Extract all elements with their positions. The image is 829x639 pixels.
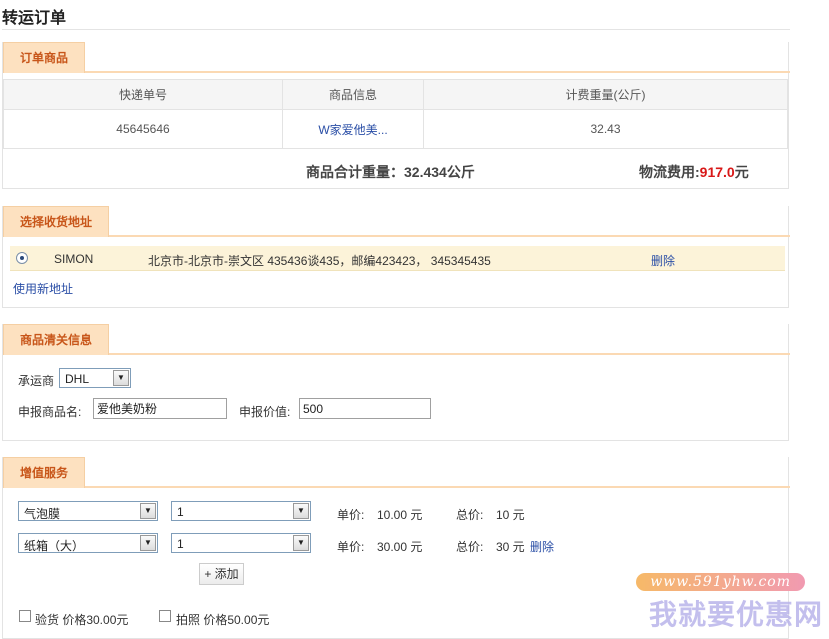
chevron-down-icon: ▼ [293,535,309,551]
chevron-down-icon: ▼ [140,535,156,551]
goods-table: 快递单号 商品信息 计费重量(公斤) 45645646 W家爱他美... 32.… [3,79,788,149]
chevron-down-icon: ▼ [293,503,309,519]
photo-label: 拍照 价格50.00元 [176,613,270,627]
carrier-select[interactable]: DHL ▼ [59,368,131,388]
title-divider [2,29,790,30]
watermark-logo: www.591yhw.com 我就要优惠网 [623,573,823,635]
declared-value-input[interactable] [299,398,431,419]
inspection-label: 验货 价格30.00元 [35,613,129,627]
service-delete-link[interactable]: 删除 [530,538,554,555]
address-tab: 选择收货地址 [3,206,110,237]
carrier-value: DHL [65,372,90,386]
value-added-tab: 增值服务 [3,457,86,488]
unit-price-label: 单价: [337,508,365,522]
add-service-button[interactable]: + 添加 [199,563,244,585]
goods-info-cell: W家爱他美... [282,109,424,149]
address-text: 北京市-北京市-崇文区 435436谈435，邮编423423， 3453454… [148,254,491,268]
total-weight-value: 32.434公斤 [404,164,475,180]
address-radio[interactable] [16,252,28,264]
weight-cell: 32.43 [423,109,788,149]
fee-unit: 元 [734,164,749,180]
chevron-down-icon: ▼ [140,503,156,519]
address-row[interactable]: SIMON 北京市-北京市-崇文区 435436谈435，邮编423423， 3… [10,246,785,271]
section-header: 增值服务 [3,457,790,488]
total-price-label: 总价: [456,540,484,554]
total-price-value: 30 元 [496,540,525,554]
service-qty-select[interactable]: 1 ▼ [171,501,311,521]
address-name: SIMON [54,252,94,266]
total-weight: 商品合计重量：32.434公斤 [306,162,475,182]
service-item-select[interactable]: 气泡膜 ▼ [18,501,158,521]
total-price-label: 总价: [456,508,484,522]
goods-name-input[interactable] [93,398,227,419]
order-goods-section: 订单商品 快递单号 商品信息 计费重量(公斤) 45645646 W家爱他美..… [2,42,790,190]
chevron-down-icon: ▼ [113,370,129,386]
logistics-fee: 物流费用:917.0元 [639,162,749,182]
section-header: 订单商品 [3,42,790,73]
table-row: 45645646 W家爱他美... 32.43 [3,109,788,149]
service-item-select[interactable]: 纸箱（大） ▼ [18,533,158,553]
total-weight-label: 商品合计重量： [306,164,404,180]
fee-label: 物流费用: [639,164,700,180]
watermark-name: 我就要优惠网 [648,598,823,631]
unit-price-label: 单价: [337,540,365,554]
service-qty-value: 1 [177,505,184,519]
page-title: 转运订单 [2,10,67,27]
fee-value: 917.0 [699,164,735,180]
photo-checkbox[interactable] [159,610,171,622]
address-section: 选择收货地址 SIMON 北京市-北京市-崇文区 435436谈435，邮编42… [2,206,790,308]
goods-info-link[interactable]: W家爱他美... [318,123,387,137]
carrier-label: 承运商 [18,374,55,388]
col-tracking-no: 快递单号 [3,79,283,110]
unit-price-value: 30.00 元 [377,540,423,554]
col-goods-info: 商品信息 [282,79,424,110]
customs-tab: 商品清关信息 [3,324,110,355]
total-price-value: 10 元 [496,508,525,522]
address-delete-link[interactable]: 删除 [651,252,675,269]
order-goods-tab: 订单商品 [3,42,86,73]
unit-price-value: 10.00 元 [377,508,423,522]
service-qty-value: 1 [177,537,184,551]
tracking-no-cell: 45645646 [3,109,283,149]
goods-name-label: 申报商品名: [18,405,82,419]
service-item-value: 纸箱（大） [24,539,85,553]
service-qty-select[interactable]: 1 ▼ [171,533,311,553]
section-header: 选择收货地址 [3,206,790,237]
section-header: 商品清关信息 [3,324,790,355]
watermark-url: www.591yhw.com [636,573,805,591]
col-weight: 计费重量(公斤) [423,79,788,110]
use-new-address-link[interactable]: 使用新地址 [13,280,73,297]
inspection-checkbox[interactable] [19,610,31,622]
service-item-value: 气泡膜 [24,507,61,521]
customs-section: 商品清关信息 承运商 DHL ▼ 申报商品名: 申报价值: [2,324,790,441]
declared-value-label: 申报价值: [239,405,291,419]
summary-row: 商品合计重量：32.434公斤 物流费用:917.0元 [3,148,788,190]
table-header-row: 快递单号 商品信息 计费重量(公斤) [3,79,788,110]
